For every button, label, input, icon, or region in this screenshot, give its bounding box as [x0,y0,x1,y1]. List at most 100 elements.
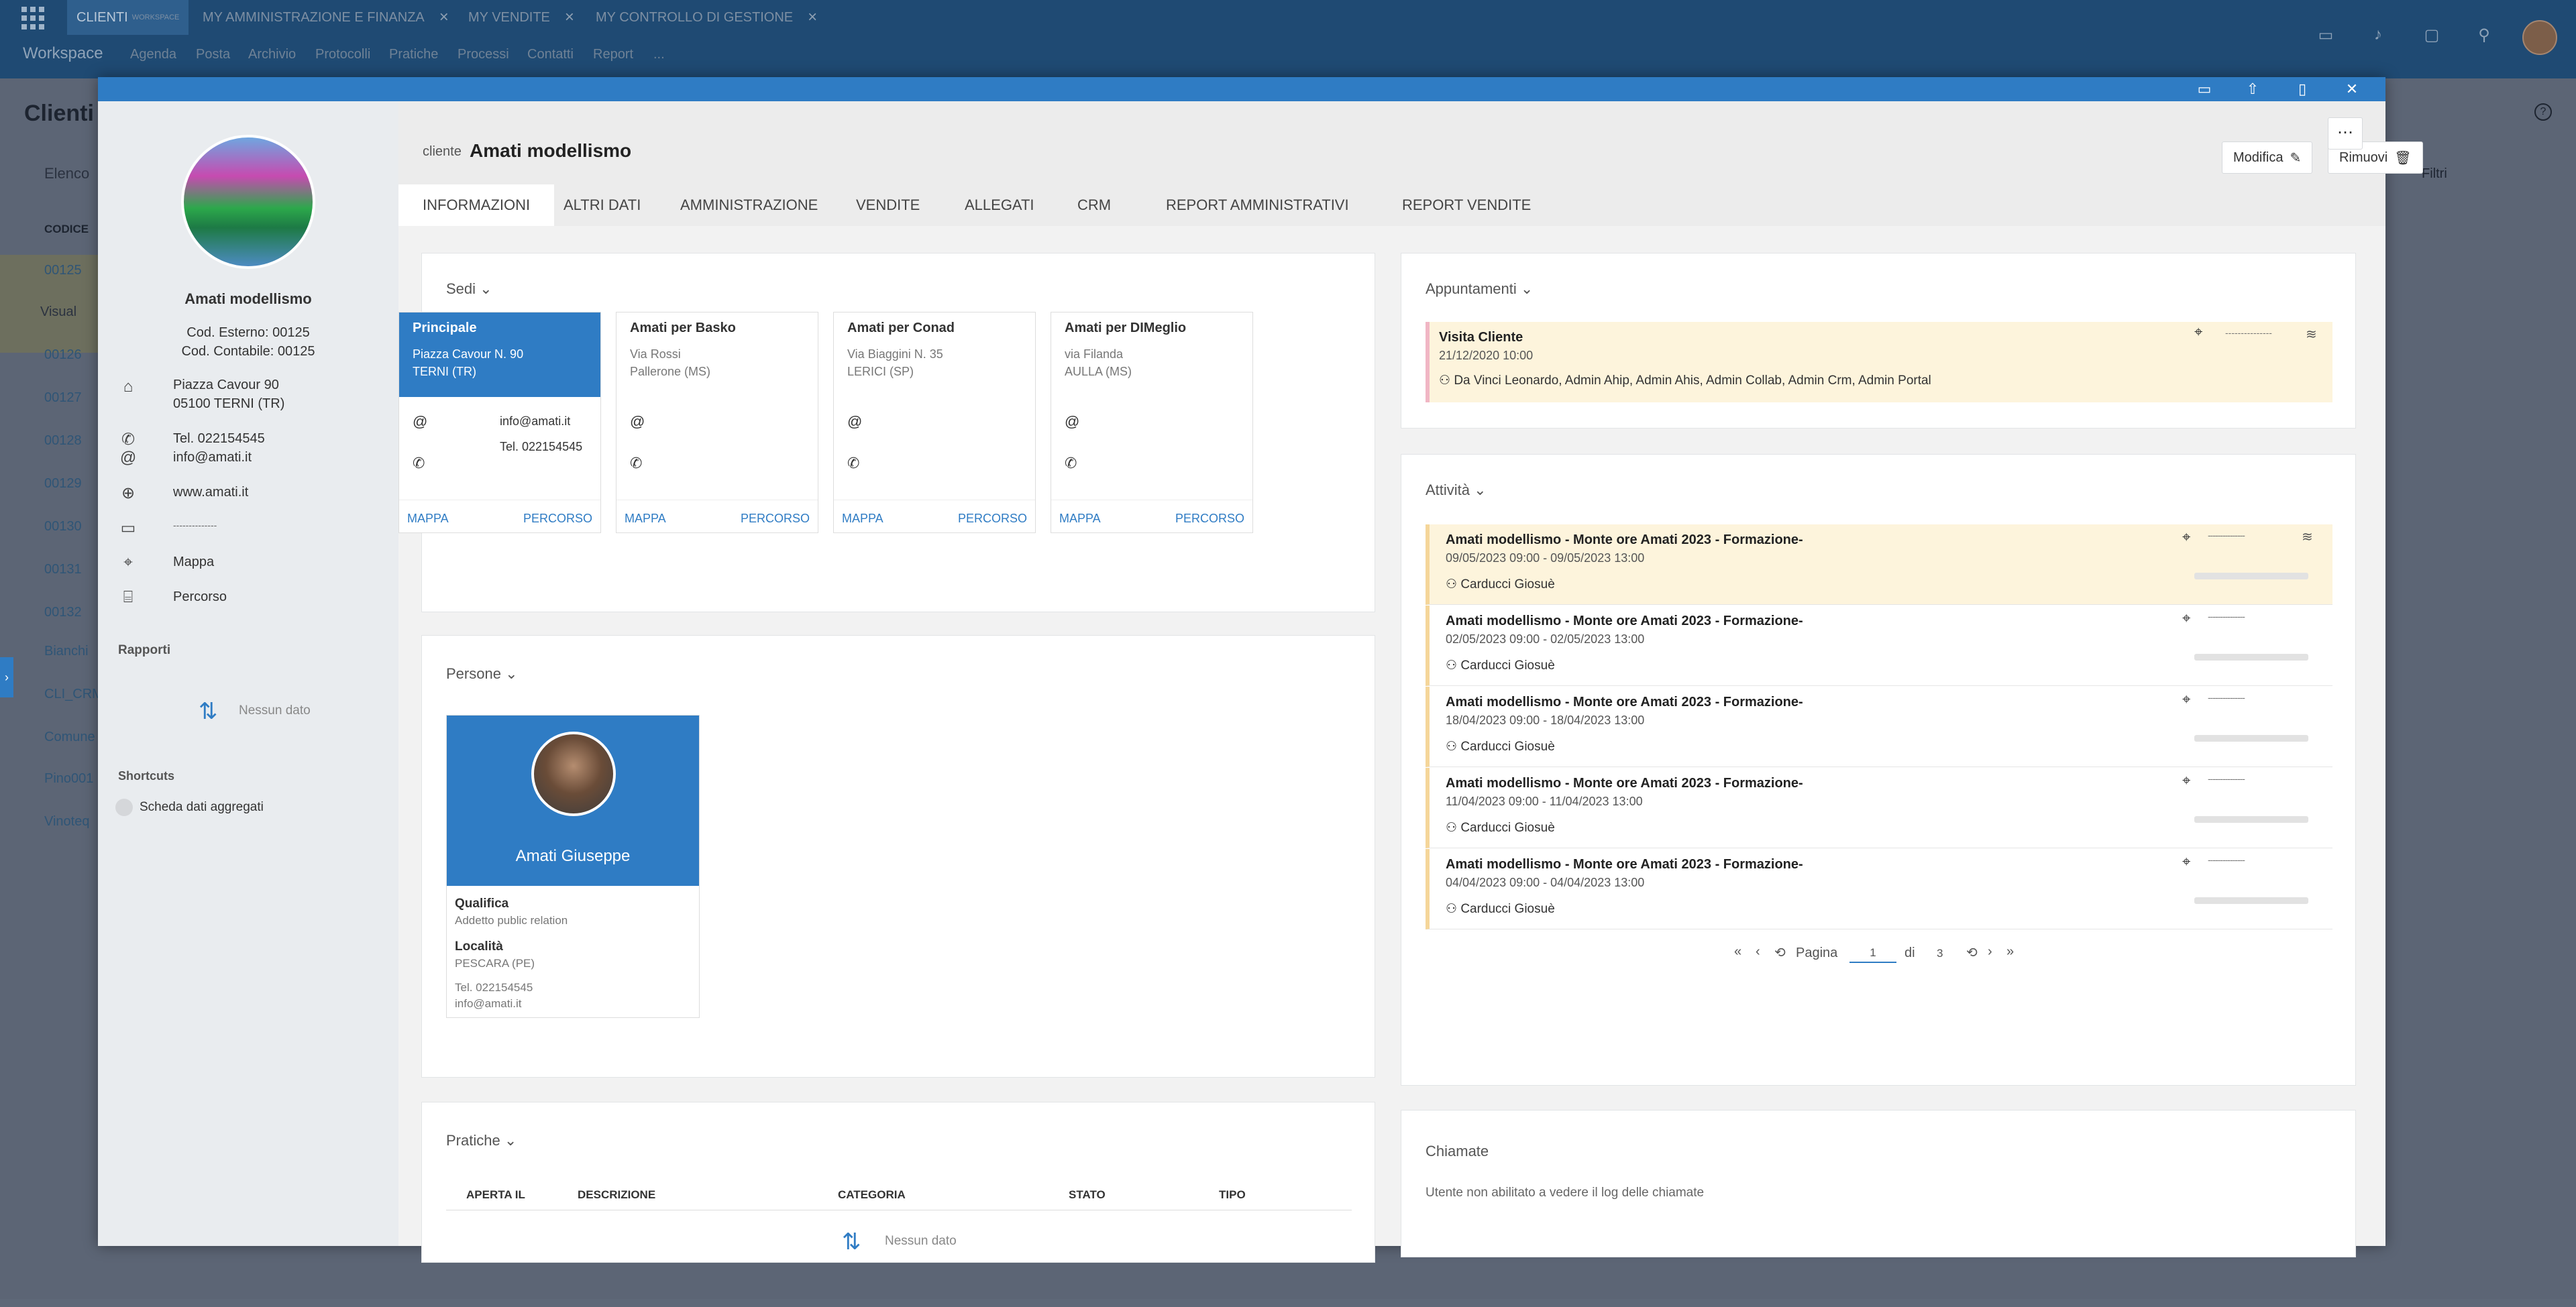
sidebar-route-link[interactable]: Percorso [173,589,227,605]
activity-location: --------------- [2208,773,2245,784]
edit-button[interactable]: Modifica ✎ [2222,141,2313,174]
map-pin-icon[interactable]: ⌖ [2182,853,2190,870]
workspace-brand[interactable]: Workspace [23,44,103,63]
user-avatar[interactable] [2522,20,2557,55]
sede-map-link[interactable]: MAPPA [407,512,449,526]
sede-route-link[interactable]: PERCORSO [523,512,592,526]
appuntamenti-title[interactable]: Appuntamenti ⌄ [1426,280,1533,298]
nav-more[interactable]: ... [653,47,665,62]
upload-icon[interactable]: ⇧ [2242,78,2263,100]
help-icon[interactable]: ? [2534,103,2552,121]
tab-crm[interactable]: CRM [1053,184,1135,226]
tab-allegati[interactable]: ALLEGATI [941,184,1059,226]
sede-route-link[interactable]: PERCORSO [741,512,810,526]
nav-posta[interactable]: Posta [196,47,230,62]
sidebar-map-link[interactable]: Mappa [173,555,214,570]
nav-agenda[interactable]: Agenda [130,47,176,62]
tab-vendite[interactable]: VENDITE [832,184,944,226]
sede-card[interactable]: Amati per DIMeglio via Filanda AULLA (MS) @… [1051,312,1253,533]
more-actions-button[interactable]: ⋯ [2328,117,2363,150]
device-icon[interactable]: ▯ [2292,78,2313,100]
sort-arrows-icon: ⇅ [842,1229,861,1255]
tab-altri-dati[interactable]: ALTRI DATI [539,184,665,226]
appointment-title: Visita Cliente [1439,330,1523,345]
tab-informazioni[interactable]: INFORMAZIONI [398,184,555,226]
nav-processi[interactable]: Processi [458,47,509,62]
tab-my-amministrazione[interactable]: MY AMMINISTRAZIONE E FINANZA × [193,0,458,35]
tab-amministrazione[interactable]: AMMINISTRAZIONE [656,184,842,226]
col-tipo[interactable]: TIPO [1219,1188,1246,1202]
search-icon[interactable]: ⚲ [2473,25,2496,48]
col-descrizione[interactable]: DESCRIZIONE [578,1188,655,1202]
sede-address1: Piazza Cavour N. 90 [413,347,524,361]
map-pin-icon[interactable]: ⌖ [2182,772,2190,789]
activity-title: Amati modellismo - Monte ore Amati 2023 … [1446,776,1803,791]
nav-report[interactable]: Report [593,47,633,62]
sede-map-link[interactable]: MAPPA [1059,512,1101,526]
tab-clienti[interactable]: CLIENTI WORKSPACE [67,0,189,35]
nav-pratiche[interactable]: Pratiche [389,47,438,62]
nav-protocolli[interactable]: Protocolli [315,47,370,62]
monitor-icon[interactable]: ▭ [2314,25,2337,48]
layers-icon[interactable]: ≋ [2306,326,2317,343]
pratiche-title[interactable]: Pratiche ⌄ [446,1132,517,1149]
sede-route-link[interactable]: PERCORSO [958,512,1027,526]
phone-icon: ✆ [121,431,136,449]
client-sidebar: Amati modellismo Cod. Esterno: 00125 Cod… [98,101,398,1246]
sidebar-email[interactable]: info@amati.it [173,450,252,465]
activity-item[interactable]: Amati modellismo - Monte ore Amati 2023 … [1426,524,2332,605]
map-pin-icon[interactable]: ⌖ [2182,610,2190,627]
sede-route-link[interactable]: PERCORSO [1175,512,1244,526]
sede-card[interactable]: Principale Piazza Cavour N. 90 TERNI (TR) @… [398,312,601,533]
map-pin-icon[interactable]: ⌖ [2194,323,2202,341]
nav-contatti[interactable]: Contatti [527,47,574,62]
close-icon[interactable]: × [808,8,817,27]
appointment-item[interactable]: Visita Cliente 21/12/2020 10:00 ⚇ Da Vin… [1426,322,2332,402]
col-stato[interactable]: STATO [1069,1188,1106,1202]
sede-email[interactable]: info@amati.it [500,414,570,429]
sede-card[interactable]: Amati per Basko Via Rossi Pallerone (MS) @ ✆… [616,312,818,533]
tab-report-vendite[interactable]: REPORT VENDITE [1378,184,1555,226]
tab-my-vendite[interactable]: MY VENDITE × [459,0,584,35]
activity-item[interactable]: Amati modellismo - Monte ore Amati 2023 … [1426,606,2332,686]
map-pin-icon[interactable]: ⌖ [2182,528,2190,546]
next-page-icon[interactable]: › [1988,944,1992,960]
shortcut-item[interactable]: Scheda dati aggregati [140,800,264,815]
sidebar-phone[interactable]: Tel. 022154545 [173,431,265,447]
first-page-icon[interactable]: « [1734,944,1741,960]
sede-phone[interactable]: Tel. 022154545 [500,440,582,454]
sede-map-link[interactable]: MAPPA [625,512,666,526]
refresh-icon[interactable]: ⟲ [1966,944,1978,961]
sede-card[interactable]: Amati per Conad Via Biaggini N. 35 LERICI … [833,312,1036,533]
page-input[interactable]: 1 [1849,943,1896,963]
close-icon[interactable]: ✕ [2341,78,2363,100]
last-page-icon[interactable]: » [2006,944,2014,960]
nav-archivio[interactable]: Archivio [248,47,296,62]
pencil-icon: ✎ [2290,150,2302,166]
persone-title[interactable]: Persone ⌄ [446,665,518,683]
close-icon[interactable]: × [565,8,574,27]
sedi-title[interactable]: Sedi ⌄ [446,280,492,298]
apps-grid-icon[interactable] [21,7,44,30]
layers-icon[interactable]: ≋ [2302,528,2313,545]
prev-page-icon[interactable]: ‹ [1756,944,1760,960]
activity-item[interactable]: Amati modellismo - Monte ore Amati 2023 … [1426,768,2332,848]
sede-map-link[interactable]: MAPPA [842,512,883,526]
close-icon[interactable]: × [439,8,449,27]
activity-item[interactable]: Amati modellismo - Monte ore Amati 2023 … [1426,687,2332,767]
tab-report-amministrativi[interactable]: REPORT AMMINISTRATIVI [1142,184,1373,226]
attivita-title[interactable]: Attività ⌄ [1426,481,1487,499]
activity-progress-bar [2194,897,2308,904]
person-card[interactable]: Amati Giuseppe Qualifica Addetto public … [446,715,700,1018]
sidebar-website[interactable]: www.amati.it [173,485,248,500]
expand-panel-handle[interactable]: › [0,657,13,697]
refresh-icon[interactable]: ⟲ [1774,944,1786,961]
col-aperta-il[interactable]: APERTA IL [466,1188,525,1202]
col-categoria[interactable]: CATEGORIA [838,1188,906,1202]
tab-my-controllo[interactable]: MY CONTROLLO DI GESTIONE × [586,0,826,35]
bell-icon[interactable]: ♪ [2367,25,2390,48]
map-pin-icon[interactable]: ⌖ [2182,691,2190,708]
window-icon[interactable]: ▭ [2194,78,2215,100]
chat-icon[interactable]: ▢ [2420,25,2443,48]
activity-item[interactable]: Amati modellismo - Monte ore Amati 2023 … [1426,849,2332,929]
